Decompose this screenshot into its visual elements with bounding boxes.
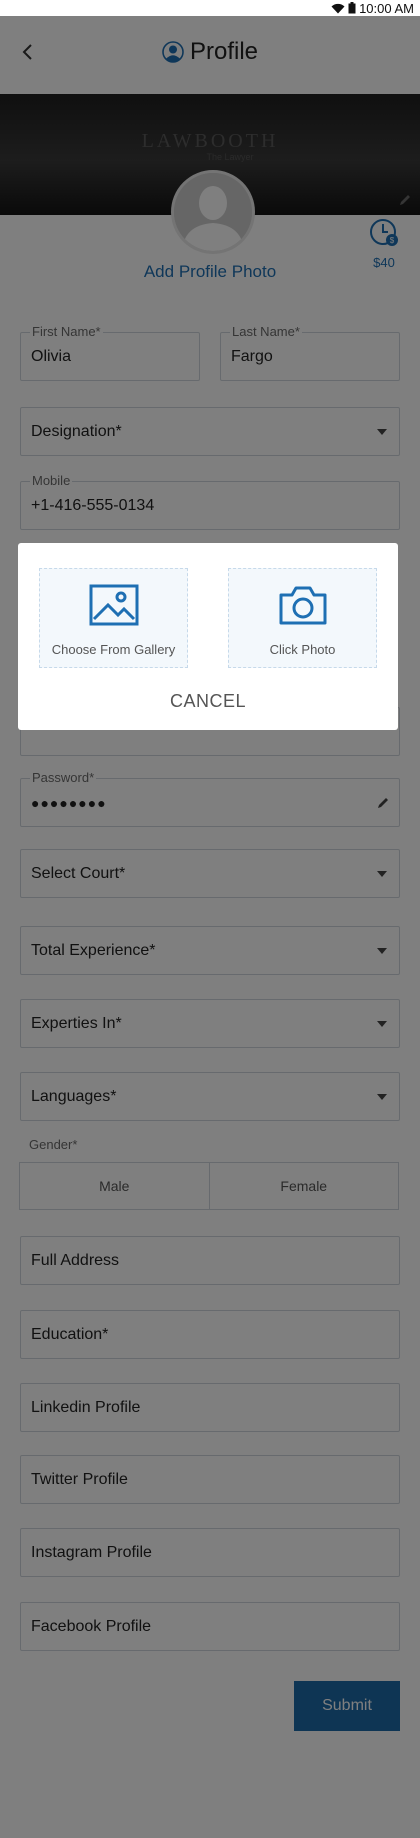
click-photo-label: Click Photo — [269, 642, 336, 657]
click-photo-option[interactable]: Click Photo — [228, 568, 377, 668]
cancel-button[interactable]: CANCEL — [18, 691, 398, 712]
image-gallery-icon — [89, 584, 138, 626]
modal-overlay[interactable] — [0, 16, 420, 1838]
gallery-icon-wrap — [40, 583, 187, 627]
choose-from-gallery-option[interactable]: Choose From Gallery — [39, 568, 188, 668]
status-bar: 10:00 AM — [0, 0, 420, 16]
photo-source-dialog: Choose From Gallery Click Photo CANCEL — [18, 543, 398, 730]
status-time: 10:00 AM — [359, 0, 414, 16]
camera-icon-wrap — [229, 583, 376, 627]
camera-icon — [279, 586, 326, 625]
gallery-label: Choose From Gallery — [51, 642, 176, 657]
battery-icon — [348, 2, 356, 14]
status-bar-right: 10:00 AM — [331, 0, 414, 16]
wifi-icon — [331, 3, 345, 14]
